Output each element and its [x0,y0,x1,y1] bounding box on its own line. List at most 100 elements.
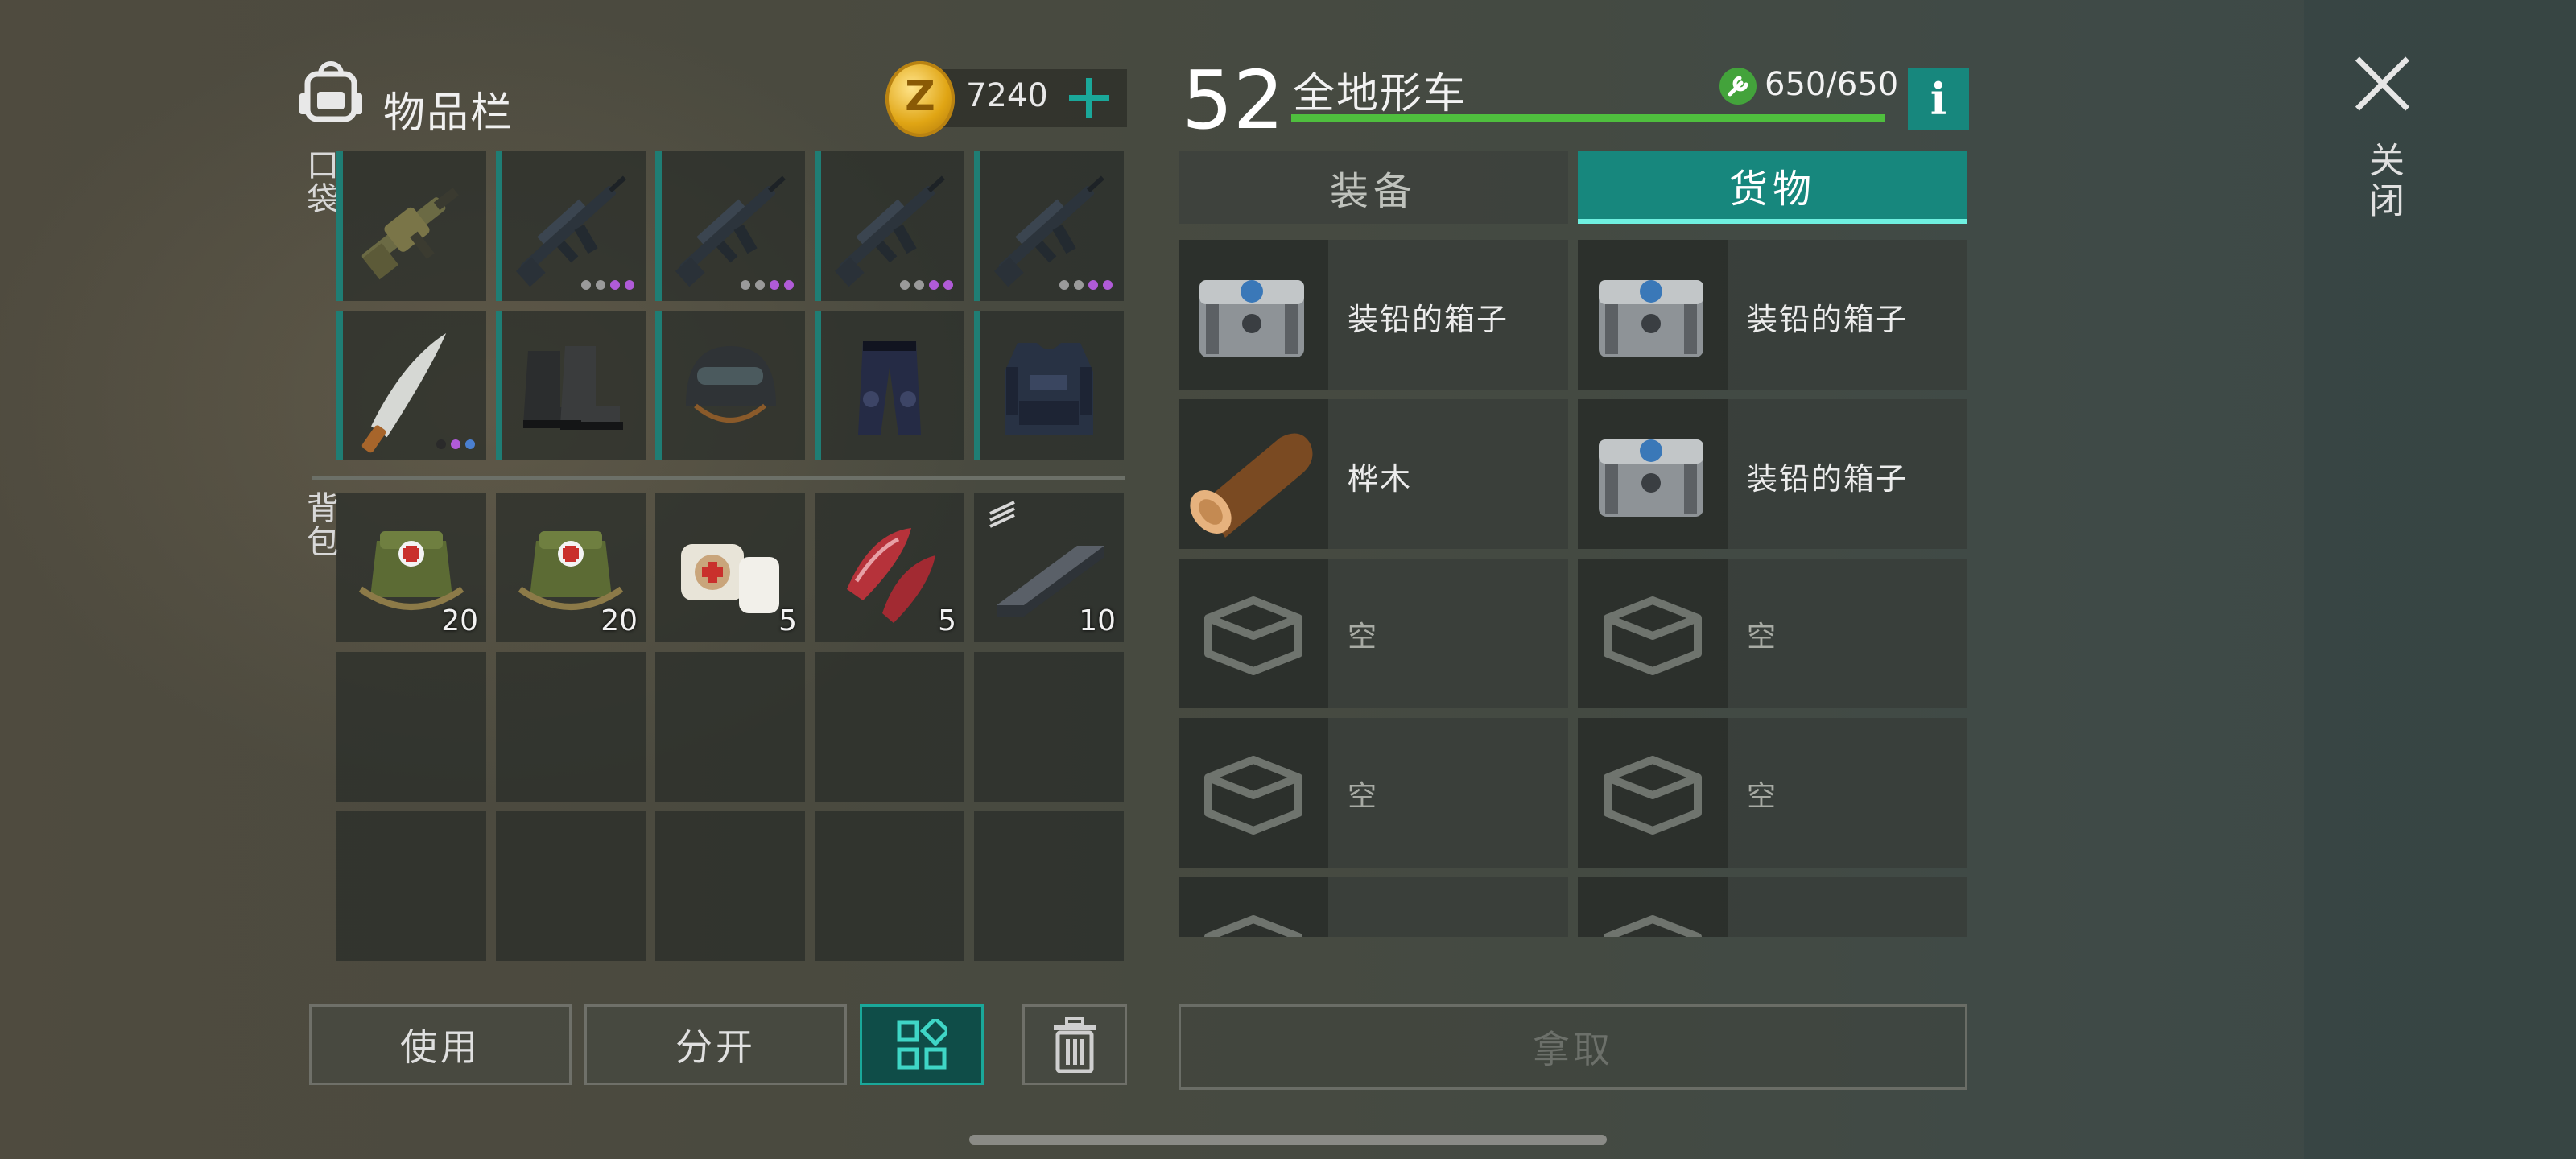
quality-dot [1088,280,1098,290]
backpack-slot[interactable] [655,811,805,961]
cargo-label: 空 [1747,780,1778,813]
quality-dot [1103,280,1113,290]
pockets-slot[interactable] [336,151,486,301]
quality-dot [741,280,750,290]
cargo-thumb [1578,877,1728,937]
cargo-slot[interactable]: 空 [1578,559,1967,708]
assault-rifle-icon [834,175,945,287]
backpack-slot[interactable]: 20 [336,493,486,642]
quality-dot [770,280,779,290]
pockets-slot[interactable] [974,311,1124,460]
backpack-slot[interactable]: 10 [974,493,1124,642]
section-divider [312,476,1125,480]
quality-dot [436,439,446,449]
backpack-slot[interactable] [815,652,964,802]
close-label[interactable]: 关闭 [2357,142,2409,222]
pockets-slot[interactable] [815,311,964,460]
quality-dot [900,280,910,290]
cargo-thumb [1179,877,1328,937]
quality-dot [755,280,765,290]
grid-view-button[interactable] [860,1004,984,1085]
coin-letter: Z [905,72,935,121]
quality-dot [914,280,924,290]
cargo-list[interactable]: 装铅的箱子 装铅的箱子 桦木 装铅的箱子空空空空 [1179,240,1971,937]
add-coins-button[interactable] [1063,69,1114,127]
inventory-title: 物品栏 [383,89,514,138]
cargo-slot[interactable] [1578,877,1967,937]
tab-cargo[interactable]: 货物 [1578,151,1967,224]
durability-bar-fill [1291,114,1885,122]
cargo-slot[interactable] [1179,877,1568,937]
quality-dots [1059,280,1113,290]
durability-text: 650/650 [1765,66,1899,103]
pants-icon [858,341,921,435]
cargo-thumb [1179,718,1328,868]
backpack-slot[interactable] [496,652,646,802]
item-count: 5 [938,604,956,637]
backpack-slot[interactable] [974,811,1124,961]
pockets-slot[interactable] [496,151,646,301]
backpack-slot[interactable]: 5 [655,493,805,642]
cargo-slot[interactable]: 装铅的箱子 [1578,399,1967,549]
backpack-slot[interactable] [974,652,1124,802]
coin-icon: Z [886,61,955,137]
item-count: 20 [601,604,638,637]
boots-icon [523,346,623,430]
quality-dot [943,280,953,290]
cargo-slot[interactable]: 装铅的箱子 [1179,240,1568,390]
pockets-slot[interactable] [336,311,486,460]
cargo-slot[interactable]: 装铅的箱子 [1578,240,1967,390]
backpack-slot[interactable] [336,811,486,961]
cargo-slot[interactable]: 空 [1179,559,1568,708]
quality-dot [596,280,605,290]
backpack-slot[interactable] [655,652,805,802]
cargo-thumb [1179,559,1328,708]
vest-icon [1005,343,1093,435]
pockets-slot[interactable] [496,311,646,460]
home-indicator[interactable] [969,1135,1607,1145]
backpack-slot[interactable]: 20 [496,493,646,642]
pockets-slot[interactable] [655,151,805,301]
cargo-thumb [1578,240,1728,390]
cargo-thumb [1179,240,1328,390]
item-count: 10 [1079,604,1116,637]
cargo-thumb [1578,559,1728,708]
backpack-slot[interactable]: 5 [815,493,964,642]
cargo-slot[interactable]: 空 [1578,718,1967,868]
item-count: 5 [778,604,797,637]
backpack-slot[interactable] [336,652,486,802]
use-button[interactable]: 使用 [309,1004,572,1085]
wrench-icon [1719,68,1757,105]
cargo-slot[interactable]: 空 [1179,718,1568,868]
item-count: 20 [441,604,478,637]
empty-slot-icon [1204,756,1302,835]
quality-dot [1074,280,1084,290]
machete-icon [361,332,447,453]
pockets-slot[interactable] [974,151,1124,301]
tab-equipment[interactable]: 装备 [1179,151,1568,224]
cargo-label: 桦木 [1348,461,1413,497]
pockets-slot[interactable] [815,151,964,301]
quality-dots [581,280,634,290]
empty-slot-icon [1604,915,1702,937]
close-button[interactable] [2351,52,2415,116]
lead-box-icon [1199,280,1304,357]
split-button[interactable]: 分开 [584,1004,847,1085]
pockets-slot[interactable] [655,311,805,460]
vehicle-info-button[interactable]: i [1908,68,1969,130]
backpack-slot[interactable] [815,811,964,961]
delete-button[interactable] [1022,1004,1127,1085]
take-button[interactable]: 拿取 [1179,1004,1967,1090]
backpack-icon [299,61,362,122]
empty-slot-icon [1604,756,1702,835]
backpack-slot[interactable] [496,811,646,961]
quality-dots [900,280,953,290]
cargo-thumb [1578,718,1728,868]
quality-dot [929,280,939,290]
cargo-label: 空 [1348,621,1379,654]
birch-log-icon [1190,433,1313,538]
empty-slot-icon [1604,596,1702,675]
assault-rifle-icon [675,175,786,287]
cargo-slot[interactable]: 桦木 [1179,399,1568,549]
quality-dot [625,280,634,290]
